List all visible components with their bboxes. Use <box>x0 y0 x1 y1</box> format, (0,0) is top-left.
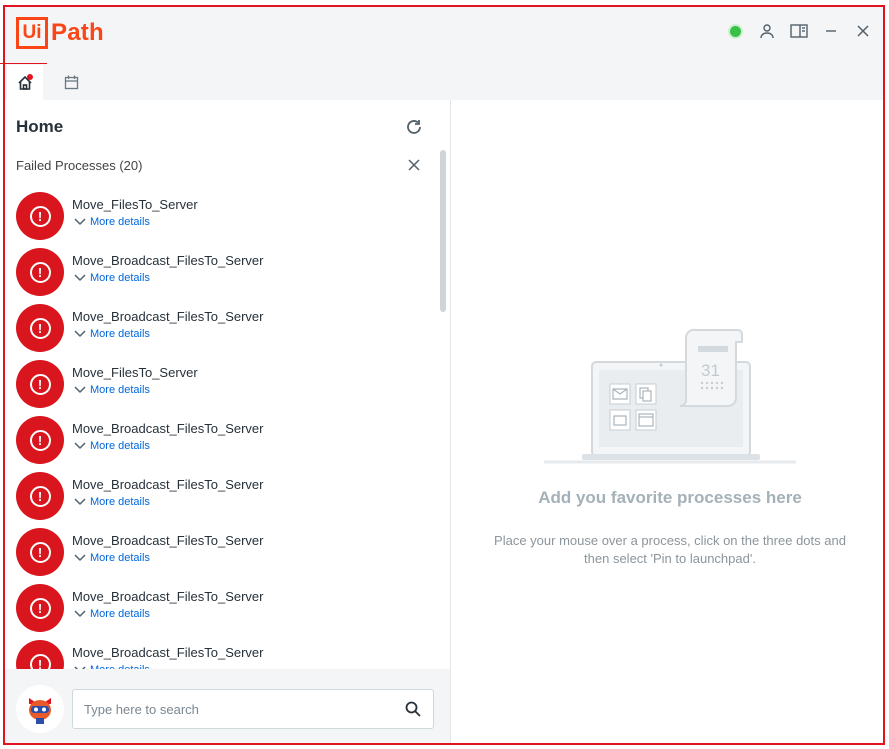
more-details-label: More details <box>90 384 150 396</box>
error-icon: ! <box>16 304 64 352</box>
notification-dot <box>27 74 33 80</box>
uipath-logo: Ui Path <box>16 17 104 49</box>
chevron-down-icon <box>74 330 86 338</box>
logo-text: Path <box>51 19 104 46</box>
more-details-link[interactable]: More details <box>74 552 150 564</box>
more-details-label: More details <box>90 216 150 228</box>
title-bar: Ui Path <box>5 7 883 65</box>
search-input[interactable] <box>84 701 393 717</box>
search-box <box>72 689 434 729</box>
tab-calendar[interactable] <box>53 65 89 100</box>
process-name: Move_Broadcast_FilesTo_Server <box>72 589 264 604</box>
process-name: Move_FilesTo_Server <box>72 197 198 212</box>
calendar-icon <box>64 75 78 90</box>
connection-status-icon[interactable] <box>725 21 745 41</box>
list-item[interactable]: ! Move_Broadcast_FilesTo_Server More det… <box>16 524 436 580</box>
chevron-down-icon <box>74 442 86 450</box>
window-controls <box>725 21 873 41</box>
refresh-button[interactable] <box>403 116 425 138</box>
failed-process-list: ! Move_FilesTo_Server More details ! Mov… <box>16 188 436 669</box>
search-button[interactable] <box>393 690 433 728</box>
panel-toggle-icon[interactable] <box>789 21 809 41</box>
scrollbar[interactable] <box>440 150 446 312</box>
list-item[interactable]: ! Move_Broadcast_FilesTo_Server More det… <box>16 636 436 669</box>
process-name: Move_Broadcast_FilesTo_Server <box>72 253 264 268</box>
list-item[interactable]: ! Move_Broadcast_FilesTo_Server More det… <box>16 244 436 300</box>
chevron-down-icon <box>74 498 86 506</box>
more-details-label: More details <box>90 440 150 452</box>
process-name: Move_Broadcast_FilesTo_Server <box>72 477 264 492</box>
tab-home[interactable] <box>7 65 43 100</box>
more-details-link[interactable]: More details <box>74 328 150 340</box>
more-details-link[interactable]: More details <box>74 440 150 452</box>
process-name: Move_Broadcast_FilesTo_Server <box>72 533 264 548</box>
more-details-label: More details <box>90 496 150 508</box>
home-panel: Home Failed Processes (20) ! Move_FilesT… <box>5 100 450 669</box>
process-name: Move_Broadcast_FilesTo_Server <box>72 309 264 324</box>
calendar-day-label: 31 <box>701 361 720 380</box>
empty-state-illustration: 31 <box>540 326 800 476</box>
process-name: Move_Broadcast_FilesTo_Server <box>72 645 264 660</box>
tab-bar <box>5 65 883 100</box>
chevron-down-icon <box>74 218 86 226</box>
process-name: Move_Broadcast_FilesTo_Server <box>72 421 264 436</box>
error-icon: ! <box>16 192 64 240</box>
list-item[interactable]: ! Move_Broadcast_FilesTo_Server More det… <box>16 468 436 524</box>
more-details-label: More details <box>90 328 150 340</box>
empty-state-description: Place your mouse over a process, click o… <box>494 533 846 566</box>
refresh-icon <box>407 120 421 134</box>
more-details-label: More details <box>90 608 150 620</box>
more-details-link[interactable]: More details <box>74 496 150 508</box>
chevron-down-icon <box>74 554 86 562</box>
more-details-link[interactable]: More details <box>74 384 150 396</box>
dismiss-failed-button[interactable] <box>405 156 423 174</box>
more-details-link[interactable]: More details <box>74 216 150 228</box>
list-item[interactable]: ! Move_Broadcast_FilesTo_Server More det… <box>16 580 436 636</box>
assistant-avatar[interactable] <box>16 685 64 733</box>
list-item[interactable]: ! Move_FilesTo_Server More details <box>16 356 436 412</box>
logo-box: Ui <box>16 17 48 49</box>
launchpad-panel: 31 Add you favorite processes here Place… <box>451 100 883 745</box>
close-icon[interactable] <box>853 21 873 41</box>
empty-state-title: Add you favorite processes here <box>538 488 802 507</box>
more-details-label: More details <box>90 552 150 564</box>
process-name: Move_FilesTo_Server <box>72 365 198 380</box>
failed-processes-header: Failed Processes (20) <box>16 158 143 173</box>
error-icon: ! <box>16 584 64 632</box>
user-icon[interactable] <box>757 21 777 41</box>
chevron-down-icon <box>74 610 86 618</box>
error-icon: ! <box>16 416 64 464</box>
page-title: Home <box>16 117 64 136</box>
list-item[interactable]: ! Move_FilesTo_Server More details <box>16 188 436 244</box>
list-item[interactable]: ! Move_Broadcast_FilesTo_Server More det… <box>16 412 436 468</box>
chevron-down-icon <box>74 386 86 394</box>
more-details-label: More details <box>90 272 150 284</box>
minimize-icon[interactable] <box>821 21 841 41</box>
error-icon: ! <box>16 640 64 669</box>
chevron-down-icon <box>74 274 86 282</box>
error-icon: ! <box>16 472 64 520</box>
error-icon: ! <box>16 528 64 576</box>
close-icon <box>408 159 420 171</box>
list-item[interactable]: ! Move_Broadcast_FilesTo_Server More det… <box>16 300 436 356</box>
error-icon: ! <box>16 248 64 296</box>
annotation-line <box>0 63 47 64</box>
more-details-link[interactable]: More details <box>74 608 150 620</box>
more-details-link[interactable]: More details <box>74 272 150 284</box>
robot-mascot-icon <box>29 698 51 724</box>
error-icon: ! <box>16 360 64 408</box>
search-icon <box>405 701 421 717</box>
bottom-bar <box>5 669 450 745</box>
